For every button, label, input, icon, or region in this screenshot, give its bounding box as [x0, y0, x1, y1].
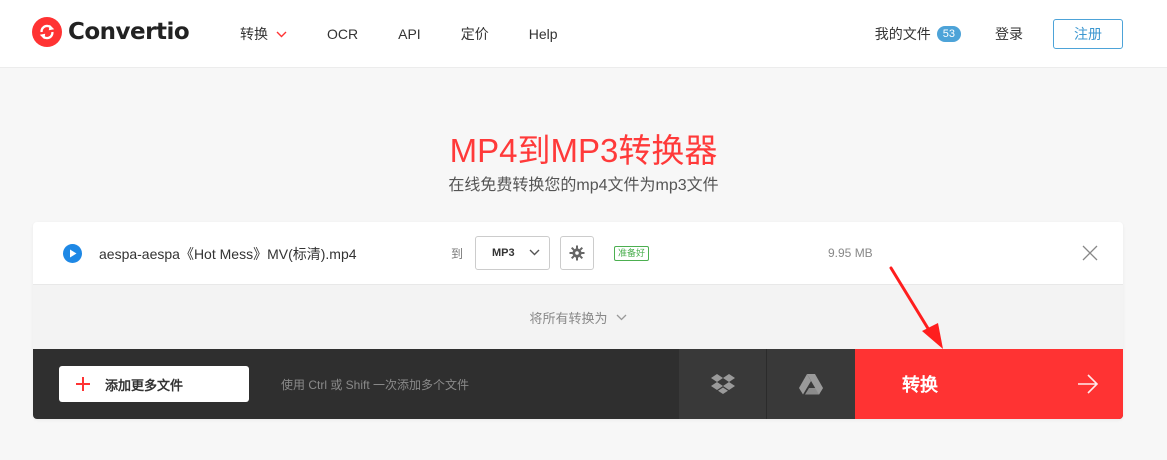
main-nav: 转换 OCR API 定价 Help	[240, 0, 598, 68]
my-files-label: 我的文件	[874, 26, 931, 42]
signup-button[interactable]: 注册	[1053, 19, 1123, 49]
convert-button[interactable]: 转换	[855, 349, 1123, 419]
chevron-down-icon	[529, 249, 540, 256]
converter-card: aespa-aespa《Hot Mess》MV(标清).mp4 到 MP3 准备…	[33, 222, 1123, 419]
nav-item-label: Help	[528, 26, 558, 42]
convert-all-label: 将所有转换为	[529, 310, 608, 326]
brand-logo[interactable]: Convertio	[32, 17, 190, 47]
multi-select-hint: 使用 Ctrl 或 Shift 一次添加多个文件	[281, 378, 470, 392]
account-nav: 我的文件 53 登录 注册	[875, 0, 1123, 68]
convert-button-label: 转换	[902, 375, 938, 395]
nav-item-pricing[interactable]: 定价	[461, 24, 489, 44]
add-files-label: 添加更多文件	[105, 377, 184, 393]
to-label: 到	[451, 247, 464, 261]
file-size: 9.95 MB	[828, 246, 873, 260]
nav-item-convert[interactable]: 转换	[240, 24, 287, 44]
nav-item-api[interactable]: API	[398, 26, 421, 42]
close-icon	[1082, 245, 1098, 261]
convertio-logo-icon	[32, 17, 62, 47]
file-name: aespa-aespa《Hot Mess》MV(标清).mp4	[99, 246, 357, 262]
plus-icon	[76, 377, 90, 391]
status-badge: 准备好	[614, 246, 650, 261]
nav-item-label: 转换	[240, 26, 268, 42]
google-drive-button[interactable]	[767, 349, 855, 419]
nav-item-label: API	[398, 26, 421, 42]
google-drive-icon	[799, 373, 823, 394]
nav-item-label: OCR	[327, 26, 359, 42]
remove-file-button[interactable]	[1081, 244, 1099, 262]
page-subtitle: 在线免费转换您的mp4文件为mp3文件	[448, 177, 719, 194]
arrow-right-icon	[1078, 374, 1099, 394]
target-format-select[interactable]: MP3	[475, 236, 550, 270]
play-icon	[63, 244, 82, 263]
nav-item-help[interactable]: Help	[529, 26, 558, 42]
my-files-link[interactable]: 我的文件 53	[875, 24, 961, 44]
brand-name: Convertio	[68, 19, 190, 45]
gear-icon	[569, 245, 585, 261]
file-row: aespa-aespa《Hot Mess》MV(标清).mp4 到 MP3 准备…	[33, 222, 1123, 285]
action-bar: 添加更多文件 使用 Ctrl 或 Shift 一次添加多个文件 转换	[33, 349, 1123, 419]
chevron-down-icon	[276, 31, 287, 37]
nav-item-label: 定价	[460, 26, 489, 42]
target-format-value: MP3	[492, 247, 515, 259]
login-link[interactable]: 登录	[995, 24, 1023, 44]
nav-item-ocr[interactable]: OCR	[327, 26, 358, 42]
dropbox-button[interactable]	[679, 349, 767, 419]
top-bar: Convertio 转换 OCR API 定价 Help 我的文件 53 登录 …	[0, 0, 1167, 68]
settings-button[interactable]	[560, 236, 594, 270]
dropbox-icon	[710, 374, 735, 394]
files-count-badge: 53	[936, 26, 961, 42]
convert-all-dropdown[interactable]: 将所有转换为	[33, 285, 1123, 349]
page-title: MP4到MP3转换器	[449, 132, 718, 169]
chevron-down-icon	[616, 314, 626, 320]
add-files-button[interactable]: 添加更多文件	[59, 366, 249, 402]
